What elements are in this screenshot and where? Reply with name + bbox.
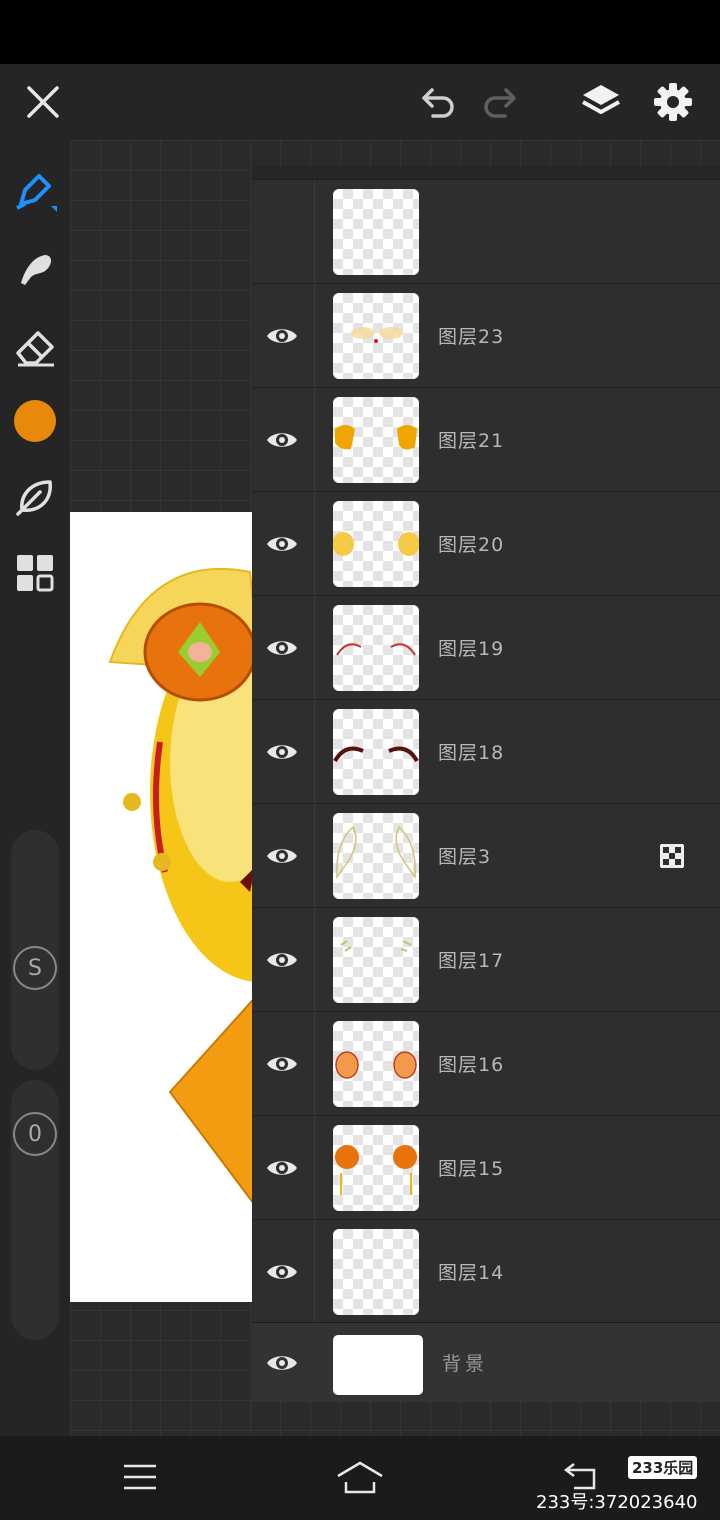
layer-row[interactable]: [252, 179, 720, 284]
layer-name: 图层3: [438, 846, 492, 868]
layer-thumbnail: [333, 501, 419, 587]
layer-row-20[interactable]: 图层20: [252, 491, 720, 596]
watermark-logo: 233乐园: [628, 1456, 698, 1479]
layer-thumbnail: [333, 605, 419, 691]
layer-thumbnail: [333, 189, 419, 275]
eye-icon[interactable]: [262, 628, 302, 668]
color-swatch[interactable]: [10, 396, 60, 446]
background-thumbnail: [333, 1335, 423, 1395]
settings-icon[interactable]: [638, 64, 708, 140]
eye-icon[interactable]: [262, 1044, 302, 1084]
eye-icon[interactable]: [262, 524, 302, 564]
menu-icon[interactable]: [110, 1452, 170, 1502]
eye-icon[interactable]: [262, 836, 302, 876]
eye-icon[interactable]: [262, 1148, 302, 1188]
layer-name: 图层16: [438, 1054, 505, 1076]
layers-icon[interactable]: [566, 64, 636, 140]
layer-row-15[interactable]: 图层15: [252, 1115, 720, 1220]
eye-icon[interactable]: [262, 1252, 302, 1292]
eraser-icon[interactable]: [10, 322, 60, 372]
layer-thumbnail: [333, 1125, 419, 1211]
leaf-brush-icon[interactable]: [10, 472, 60, 522]
left-toolbar: S 0: [0, 140, 70, 1436]
grid-icon[interactable]: [10, 548, 60, 598]
character-artwork: [108, 567, 260, 1214]
eye-icon[interactable]: [262, 940, 302, 980]
undo-icon[interactable]: [402, 64, 472, 140]
smudge-icon[interactable]: [10, 244, 60, 294]
layer-row-16[interactable]: 图层16: [252, 1011, 720, 1116]
layers-panel: 图层23 图层21 图层20 图层19 图层18 图层3 图层17 图层16 图…: [252, 166, 720, 1402]
redo-icon[interactable]: [466, 64, 536, 140]
layer-row-19[interactable]: 图层19: [252, 595, 720, 700]
eye-icon[interactable]: [262, 1343, 302, 1383]
eye-icon[interactable]: [262, 316, 302, 356]
background-layer-row[interactable]: 背景: [252, 1322, 720, 1402]
top-toolbar: [0, 64, 720, 140]
layer-thumbnail: [333, 293, 419, 379]
layer-thumbnail: [333, 813, 419, 899]
layer-thumbnail: [333, 1229, 419, 1315]
layer-row-3[interactable]: 图层3: [252, 803, 720, 908]
layer-name: 图层15: [438, 1158, 505, 1180]
layer-row-14[interactable]: 图层14: [252, 1219, 720, 1324]
layer-row-23[interactable]: 图层23: [252, 283, 720, 388]
layer-thumbnail: [333, 709, 419, 795]
layer-row-21[interactable]: 图层21: [252, 387, 720, 492]
pen-icon[interactable]: [10, 165, 60, 215]
clipping-mask-icon[interactable]: [660, 844, 684, 868]
eye-icon[interactable]: [262, 732, 302, 772]
layer-name: 图层18: [438, 742, 505, 764]
background-layer-name: 背景: [442, 1353, 489, 1375]
layer-name: 图层21: [438, 430, 505, 452]
watermark-id: 233号:372023640: [536, 1492, 698, 1513]
layer-name: 图层14: [438, 1262, 505, 1284]
status-bar: [0, 0, 720, 64]
layer-thumbnail: [333, 1021, 419, 1107]
home-icon[interactable]: [330, 1452, 390, 1502]
layer-row-18[interactable]: 图层18: [252, 699, 720, 804]
layer-name: 图层23: [438, 326, 505, 348]
layer-name: 图层20: [438, 534, 505, 556]
layer-name: 图层19: [438, 638, 505, 660]
layer-thumbnail: [333, 397, 419, 483]
eye-icon[interactable]: [262, 420, 302, 460]
layer-name: 图层17: [438, 950, 505, 972]
layer-thumbnail: [333, 917, 419, 1003]
layer-row-17[interactable]: 图层17: [252, 907, 720, 1012]
opacity-label: 0: [13, 1112, 57, 1156]
close-icon[interactable]: [8, 64, 78, 140]
artboard[interactable]: [70, 512, 260, 1302]
brush-size-label: S: [13, 946, 57, 990]
